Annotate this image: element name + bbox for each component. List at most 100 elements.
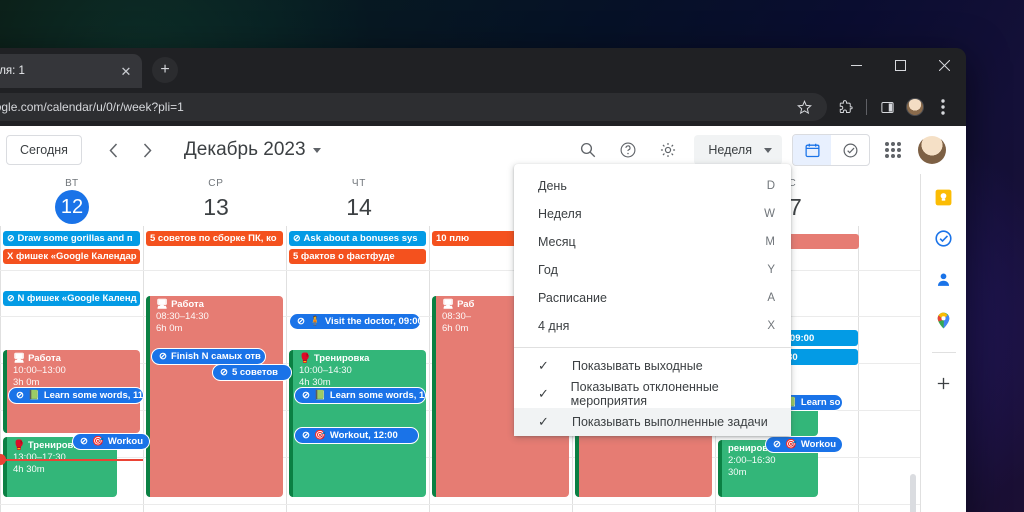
menu-toggle-show-weekends[interactable]: ✓ Показывать выходные — [514, 352, 791, 380]
chevron-down-icon[interactable] — [312, 147, 321, 153]
close-icon[interactable] — [922, 48, 966, 82]
task-check-icon: ⊘ — [7, 233, 15, 243]
day-number: 13 — [203, 194, 229, 220]
menu-item-shortcut: M — [765, 236, 775, 248]
day-of-week-label: ВТ — [65, 178, 79, 189]
menu-item-label: Месяц — [538, 235, 576, 249]
menu-item-schedule[interactable]: Расписание A — [514, 284, 791, 312]
event-title: Работа — [171, 299, 204, 310]
menu-item-shortcut: X — [767, 320, 775, 332]
task-chip-label: Visit the doctor, 09:00 — [324, 316, 421, 327]
menu-item-month[interactable]: Месяц M — [514, 228, 791, 256]
event-title-row: 🖥 Работа — [13, 353, 136, 365]
allday-chip[interactable]: ⊘ Draw some gorillas and п — [3, 231, 140, 246]
help-icon[interactable] — [611, 133, 645, 167]
month-title-group[interactable]: Декабрь 2023 — [184, 139, 321, 161]
person-emoji: 🧍 — [308, 316, 321, 327]
event-title: Тренировка — [313, 353, 370, 364]
task-chip-label: Learn so — [800, 397, 841, 408]
task-chip[interactable]: ⊘ 📗 Learn some words, 11 — [294, 387, 426, 404]
maximize-icon[interactable] — [878, 48, 922, 82]
chevron-right-icon[interactable] — [134, 136, 162, 164]
keep-icon[interactable] — [933, 186, 955, 208]
allday-chip[interactable]: ⊘ Ask about a bonuses sys — [289, 231, 426, 246]
current-time-line — [0, 459, 143, 461]
apps-grid-icon[interactable] — [876, 133, 910, 167]
task-check-icon: ⊘ — [80, 436, 88, 447]
menu-toggle-label: Показывать выходные — [572, 359, 703, 373]
task-check-icon: ⊘ — [159, 351, 167, 362]
scrollbar[interactable] — [910, 474, 916, 512]
browser-window: неделя: 1 ✕ + ar.google.com/calendar/u/0… — [0, 48, 966, 512]
menu-item-year[interactable]: Год Y — [514, 256, 791, 284]
menu-item-shortcut: W — [764, 208, 775, 220]
day-header-tue[interactable]: ВТ 12 — [40, 178, 104, 224]
task-check-icon: ⊘ — [16, 390, 24, 401]
gear-icon[interactable] — [651, 133, 685, 167]
allday-chip-label: Ask about a bonuses sys — [303, 233, 418, 244]
calendar-event[interactable]: 🖥 Работа 08:30–14:30 6h 0m — [146, 296, 283, 497]
menu-toggle-show-completed-tasks[interactable]: ✓ Показывать выполненные задачи — [514, 408, 791, 436]
add-icon[interactable] — [933, 372, 955, 394]
menu-toggle-show-declined[interactable]: ✓ Показывать отклоненные мероприятия — [514, 380, 791, 408]
day-number: 14 — [346, 194, 372, 220]
allday-chip[interactable]: ⊘ N фишек «Google Календ — [3, 291, 140, 306]
monitor-emoji: 🖥 — [156, 299, 169, 310]
task-chip[interactable]: ⊘ 🧍 Visit the doctor, 09:00 — [289, 313, 421, 330]
tasks-icon[interactable] — [933, 227, 955, 249]
calendar-event[interactable]: 🥊 Тренировка 10:00–14:30 4h 30m — [289, 350, 426, 497]
today-button[interactable]: Сегодня — [6, 135, 82, 165]
monitor-emoji: 🖥 — [442, 299, 455, 310]
menu-item-day[interactable]: День D — [514, 172, 791, 200]
view-selector[interactable]: Неделя — [694, 135, 782, 165]
menu-item-label: 4 дня — [538, 319, 570, 333]
day-of-week-label: СР — [208, 178, 224, 189]
task-chip[interactable]: ⊘ 5 советов — [212, 364, 292, 381]
extensions-icon[interactable] — [833, 94, 859, 120]
task-chip[interactable]: ⊘ Finish N самых отв — [151, 348, 266, 365]
allday-chip[interactable]: 5 советов по сборке ПК, ко — [146, 231, 283, 246]
three-dot-menu-icon[interactable] — [930, 94, 956, 120]
user-avatar[interactable] — [918, 136, 946, 164]
task-chip-label: Learn some words, 11 — [43, 390, 144, 401]
task-chip[interactable]: ⊘ 🎯 Workou — [765, 436, 843, 453]
close-icon[interactable]: ✕ — [118, 63, 134, 79]
day-header-row: ВТ 12 СР 13 ЧТ 14 ВС 17 — [0, 174, 966, 230]
event-duration: 30m — [728, 467, 747, 478]
event-title-row: 🖥 Работа — [156, 299, 279, 311]
contacts-icon[interactable] — [933, 268, 955, 290]
task-chip[interactable]: ⊘ 📗 Learn some words, 11 — [8, 387, 144, 404]
boxing-emoji: 🥊 — [299, 353, 311, 364]
day-header-wed[interactable]: СР 13 — [184, 178, 248, 222]
menu-item-four-days[interactable]: 4 дня X — [514, 312, 791, 340]
day-header-thu[interactable]: ЧТ 14 — [327, 178, 391, 222]
plus-icon[interactable]: + — [152, 57, 178, 83]
star-icon[interactable] — [791, 94, 817, 120]
event-time: 2:00–16:30 — [728, 455, 776, 466]
event-title-row: 🥊 Тренировка — [299, 353, 422, 365]
calendar-icon[interactable] — [793, 135, 831, 165]
maps-icon[interactable] — [933, 309, 955, 331]
task-chip-label: Finish N самых отв — [170, 351, 261, 362]
task-chip[interactable]: ⊘ 🎯 Workou — [72, 433, 150, 450]
chevron-down-icon[interactable] — [764, 147, 772, 153]
event-time: 10:00–13:00 — [13, 365, 66, 376]
address-bar[interactable]: ar.google.com/calendar/u/0/r/week?pli=1 — [0, 93, 827, 121]
side-panel-icon[interactable] — [874, 94, 900, 120]
allday-chip[interactable]: 5 фактов о фастфуде — [289, 249, 426, 264]
chevron-left-icon[interactable] — [100, 136, 128, 164]
side-rail — [920, 174, 966, 512]
minimize-icon[interactable] — [834, 48, 878, 82]
browser-tab[interactable]: неделя: 1 ✕ — [0, 54, 142, 88]
boxing-emoji: 🥊 — [13, 440, 25, 451]
profile-avatar[interactable] — [902, 94, 928, 120]
task-chip-label: Workou — [107, 436, 143, 447]
task-check-icon: ⊘ — [302, 390, 310, 401]
task-chip[interactable]: ⊘ 🎯 Workout, 12:00 — [294, 427, 419, 444]
task-check-icon[interactable] — [831, 135, 869, 165]
tab-strip: неделя: 1 ✕ + — [0, 48, 966, 88]
url-text: ar.google.com/calendar/u/0/r/week?pli=1 — [0, 100, 184, 114]
search-icon[interactable] — [571, 133, 605, 167]
allday-chip[interactable]: X фишек «Google Календар — [3, 249, 140, 264]
menu-item-week[interactable]: Неделя W — [514, 200, 791, 228]
